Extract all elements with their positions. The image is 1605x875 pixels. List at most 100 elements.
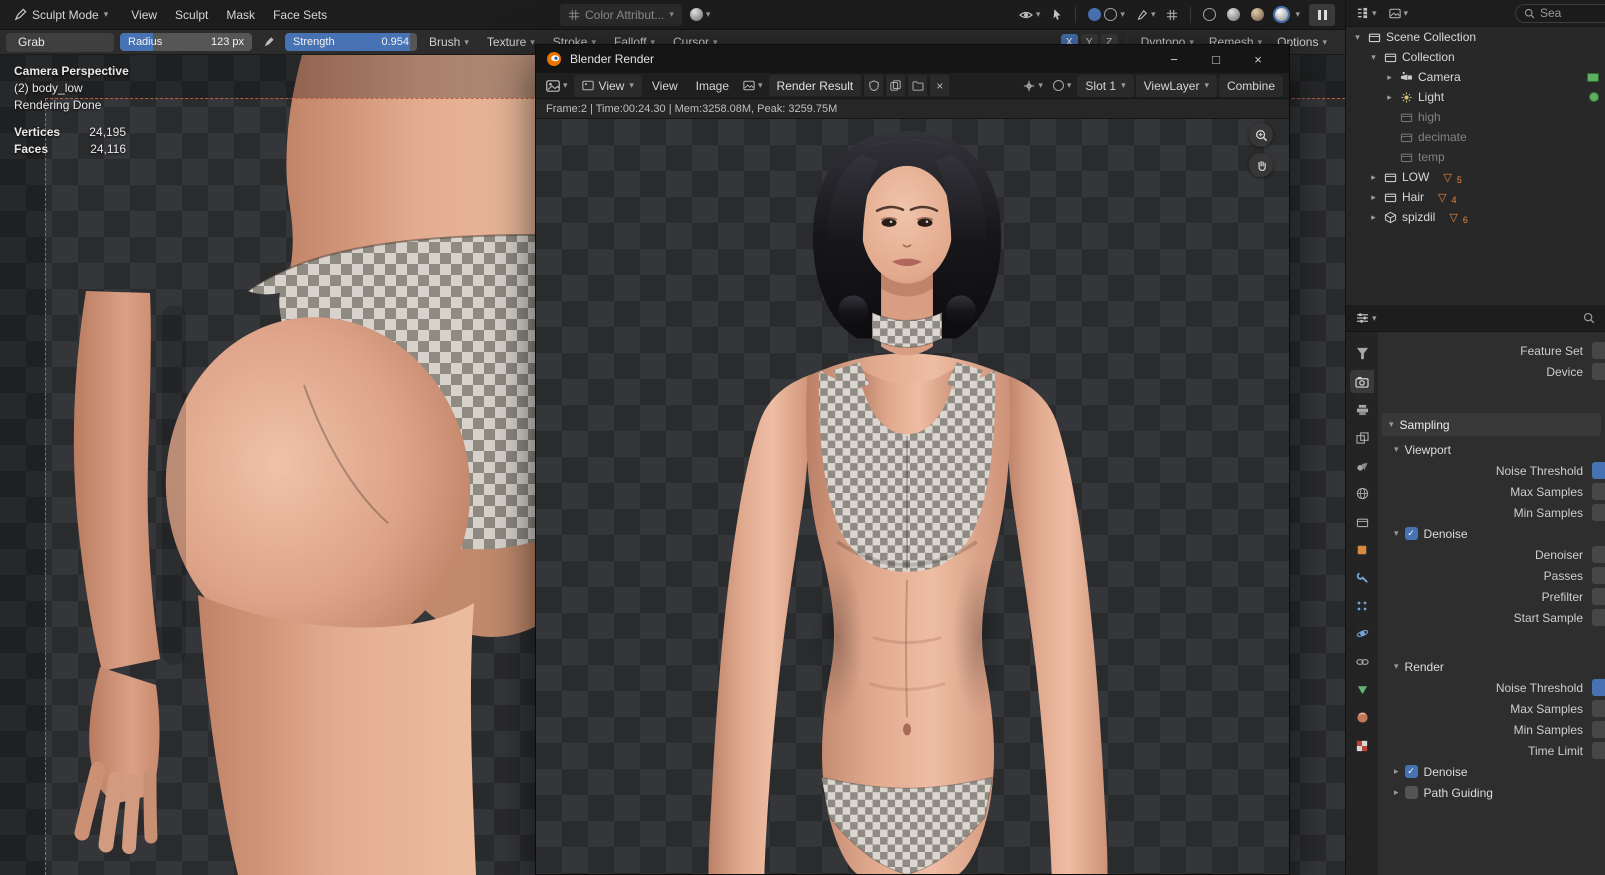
path-guiding-header[interactable]: ▸ Path Guiding (1394, 782, 1605, 803)
value-field[interactable] (1592, 609, 1605, 626)
tab-texture[interactable] (1350, 734, 1374, 757)
minimize-button[interactable]: − (1153, 52, 1195, 67)
color-attribute-selector[interactable]: Color Attribut... ▾ (560, 3, 682, 26)
overlays-dropdown[interactable]: ▾ (1049, 75, 1076, 97)
outliner-row-low[interactable]: ▸ LOW ▽ 5 (1346, 167, 1605, 187)
select-tool-button[interactable] (1047, 4, 1067, 26)
tab-view-layer[interactable] (1350, 426, 1374, 449)
menu-view[interactable]: View (122, 3, 166, 27)
path-guiding-checkbox[interactable] (1404, 786, 1418, 799)
value-field[interactable] (1592, 363, 1605, 380)
tab-render[interactable] (1350, 370, 1374, 393)
light-data-icon[interactable] (1589, 92, 1599, 102)
prefilter-row[interactable]: Prefilter (1378, 586, 1605, 607)
expand-icon[interactable]: ▸ (1368, 212, 1379, 223)
start-sample-row[interactable]: Start Sample (1378, 607, 1605, 628)
tab-tool[interactable] (1350, 342, 1374, 365)
outliner-row-temp[interactable]: temp (1346, 147, 1605, 167)
tab-object[interactable] (1350, 538, 1374, 561)
viewport-noise-threshold-row[interactable]: Noise Threshold (1378, 460, 1605, 481)
outliner-row-high[interactable]: high (1346, 107, 1605, 127)
denoise-checkbox[interactable]: ✓ (1404, 527, 1418, 540)
fake-user-button[interactable] (863, 75, 884, 96)
render-window[interactable]: Blender Render − □ × ▾ View ▾ View Image… (535, 44, 1290, 875)
browse-image-dropdown[interactable]: ▾ (739, 75, 767, 97)
radius-pressure-button[interactable] (258, 31, 279, 53)
shading-rendered-button[interactable] (1271, 4, 1292, 26)
render-result-view[interactable] (536, 119, 1289, 874)
texture-dropdown[interactable]: Texture ▾ (481, 33, 541, 52)
expand-icon[interactable]: ▾ (1368, 52, 1379, 63)
render-noise-threshold-row[interactable]: Noise Threshold (1378, 677, 1605, 698)
eyedropper-dropdown[interactable]: ▾ (1132, 4, 1160, 26)
value-field[interactable] (1592, 679, 1605, 696)
render-min-samples-row[interactable]: Min Samples (1378, 719, 1605, 740)
open-image-button[interactable] (907, 75, 928, 96)
expand-icon[interactable]: ▸ (1384, 72, 1395, 83)
image-mode-dropdown[interactable]: View ▾ (573, 74, 642, 97)
visibility-dropdown[interactable]: ▾ (1015, 4, 1045, 26)
value-field[interactable] (1592, 588, 1605, 605)
shading-material-button[interactable] (1247, 4, 1268, 26)
render-denoise-header[interactable]: ▸ ✓ Denoise (1394, 761, 1605, 782)
expand-icon[interactable]: ▸ (1368, 172, 1379, 183)
outliner-row-spizdil[interactable]: ▸ spizdil ▽ 6 (1346, 207, 1605, 227)
shading-wireframe-button[interactable] (1199, 4, 1220, 26)
tab-object-data[interactable] (1350, 678, 1374, 701)
tab-physics[interactable] (1350, 622, 1374, 645)
pass-dropdown[interactable]: Combine (1218, 74, 1283, 97)
properties-search-button[interactable] (1579, 307, 1599, 329)
strength-slider[interactable]: Strength 0.954 (285, 33, 417, 51)
expand-icon[interactable]: ▸ (1384, 92, 1395, 103)
viewport-denoise-header[interactable]: ▾ ✓ Denoise (1394, 523, 1605, 544)
outliner-editor-dropdown[interactable]: ▾ (1352, 2, 1381, 24)
outliner-row-hair[interactable]: ▸ Hair ▽ 4 (1346, 187, 1605, 207)
viewport-min-samples-row[interactable]: Min Samples (1378, 502, 1605, 523)
value-field[interactable] (1592, 483, 1605, 500)
menu-face-sets[interactable]: Face Sets (264, 3, 336, 27)
pause-button[interactable] (1309, 3, 1335, 26)
editor-type-dropdown[interactable]: ▾ (542, 75, 572, 97)
value-field[interactable] (1592, 721, 1605, 738)
value-field[interactable] (1592, 700, 1605, 717)
maximize-button[interactable]: □ (1195, 52, 1237, 67)
render-subsection-header[interactable]: ▾ Render (1394, 656, 1605, 677)
tab-material[interactable] (1350, 706, 1374, 729)
mode-selector[interactable]: Sculpt Mode ▾ (6, 3, 116, 27)
zoom-button[interactable] (1249, 123, 1273, 147)
value-field[interactable] (1592, 504, 1605, 521)
brush-dropdown[interactable]: Brush ▾ (423, 33, 475, 52)
render-menu-view[interactable]: View (644, 79, 686, 93)
expand-icon[interactable]: ▸ (1368, 192, 1379, 203)
outliner-row-decimate[interactable]: decimate (1346, 127, 1605, 147)
value-field[interactable] (1592, 742, 1605, 759)
overlay-toggle-group[interactable]: ▾ (1084, 4, 1129, 26)
gizmos-dropdown[interactable]: ▾ (1019, 75, 1047, 97)
tab-world[interactable] (1350, 482, 1374, 505)
device-row[interactable]: Device (1378, 361, 1605, 382)
outliner-row-collection[interactable]: ▾ Collection (1346, 47, 1605, 67)
camera-data-icon[interactable] (1587, 72, 1599, 82)
viewport-subsection-header[interactable]: ▾ Viewport (1394, 439, 1605, 460)
render-menu-image[interactable]: Image (688, 79, 737, 93)
close-button[interactable]: × (1237, 52, 1279, 67)
value-field[interactable] (1592, 567, 1605, 584)
image-datablock-field[interactable]: Render Result (768, 75, 862, 96)
render-max-samples-row[interactable]: Max Samples (1378, 698, 1605, 719)
menu-mask[interactable]: Mask (217, 3, 264, 27)
pan-hand-button[interactable] (1249, 153, 1273, 177)
slot-dropdown[interactable]: Slot 1 ▾ (1077, 74, 1134, 97)
outliner-display-mode-dropdown[interactable]: ▾ (1385, 2, 1413, 24)
outliner-search-field[interactable]: Sea (1515, 3, 1605, 23)
value-field[interactable] (1592, 342, 1605, 359)
tab-constraints[interactable] (1350, 650, 1374, 673)
active-tool-button[interactable]: Grab (6, 32, 114, 52)
denoiser-row[interactable]: Denoiser (1378, 544, 1605, 565)
outliner-row-scene-collection[interactable]: ▾ Scene Collection (1346, 27, 1605, 47)
tab-modifiers[interactable] (1350, 566, 1374, 589)
tab-scene[interactable] (1350, 454, 1374, 477)
outliner-row-camera[interactable]: ▸ Camera (1346, 67, 1605, 87)
passes-row[interactable]: Passes (1378, 565, 1605, 586)
denoise-checkbox[interactable]: ✓ (1404, 765, 1418, 778)
render-window-titlebar[interactable]: Blender Render − □ × (536, 45, 1289, 73)
